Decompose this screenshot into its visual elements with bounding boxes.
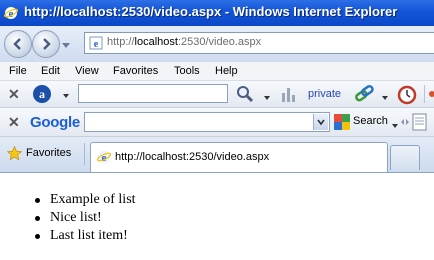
list-item: Nice list!: [34, 209, 136, 227]
chevron-down-icon: [317, 119, 325, 126]
back-button[interactable]: [4, 30, 32, 58]
bullet-list: Example of list Nice list! Last list ite…: [34, 191, 136, 245]
title-bar: e http://localhost:2530/video.aspx - Win…: [0, 0, 434, 26]
google-logo[interactable]: Google: [30, 114, 80, 131]
tab-divider: [84, 143, 85, 165]
page-icon[interactable]: [412, 113, 428, 134]
private-link[interactable]: private: [308, 88, 341, 100]
ask-logo-icon[interactable]: a: [32, 84, 54, 107]
menu-view[interactable]: View: [75, 65, 99, 77]
options-arrows-icon[interactable]: [401, 117, 409, 130]
window-title: http://localhost:2530/video.aspx - Windo…: [24, 4, 398, 19]
search-options-icon[interactable]: [264, 92, 270, 104]
favorites-button[interactable]: Favorites: [26, 147, 71, 159]
menu-help[interactable]: Help: [215, 65, 238, 77]
svg-text:e: e: [94, 39, 99, 50]
svg-text:a: a: [39, 87, 45, 101]
menu-favorites[interactable]: Favorites: [113, 65, 158, 77]
overflow-icon[interactable]: [429, 85, 434, 106]
history-dropdown-icon[interactable]: [62, 40, 70, 48]
list-item: Last list item!: [34, 227, 136, 245]
bullet-icon: [35, 216, 40, 221]
link-options-icon[interactable]: [382, 92, 388, 104]
page-content: Example of list Nice list! Last list ite…: [0, 173, 434, 260]
back-arrow-icon: [13, 38, 21, 50]
bullet-icon: [35, 234, 40, 239]
google-search-icon[interactable]: [334, 114, 350, 133]
list-item: Example of list: [34, 191, 136, 209]
ie-icon: e: [3, 6, 19, 20]
bullet-icon: [35, 198, 40, 203]
google-search-input[interactable]: [84, 112, 330, 132]
ie-page-icon: e: [96, 150, 112, 167]
menu-tools[interactable]: Tools: [174, 65, 200, 77]
close-toolbar-icon[interactable]: ✕: [8, 114, 20, 131]
star-icon[interactable]: [6, 145, 23, 164]
address-field[interactable]: e http://localhost:2530/video.aspx: [84, 32, 434, 54]
close-toolbar-icon[interactable]: ✕: [8, 86, 20, 103]
toolbar-divider: [424, 85, 425, 103]
chevron-down-icon[interactable]: [63, 90, 69, 102]
bar-chart-icon[interactable]: [280, 85, 298, 106]
search-options-icon[interactable]: [392, 120, 398, 132]
menu-edit[interactable]: Edit: [41, 65, 60, 77]
tab-active[interactable]: e http://localhost:2530/video.aspx: [90, 142, 388, 172]
ask-search-input[interactable]: [78, 84, 228, 103]
tab-title: http://localhost:2530/video.aspx: [115, 151, 270, 163]
menu-file[interactable]: File: [9, 65, 27, 77]
menu-bar: File Edit View Favorites Tools Help: [0, 62, 434, 81]
ask-toolbar: ✕ a private: [0, 81, 434, 108]
search-history-dropdown[interactable]: [313, 114, 328, 130]
alarm-clock-icon[interactable]: [396, 83, 418, 108]
link-icon[interactable]: [354, 84, 376, 107]
page-icon: e: [89, 36, 103, 50]
google-search-button[interactable]: Search: [353, 115, 388, 127]
forward-button[interactable]: [32, 30, 60, 58]
forward-arrow-icon: [43, 38, 51, 50]
new-tab-button[interactable]: [390, 145, 420, 170]
google-toolbar: ✕ Google Search: [0, 108, 434, 137]
address-url: http://localhost:2530/video.aspx: [107, 36, 262, 48]
search-icon[interactable]: [236, 85, 254, 106]
